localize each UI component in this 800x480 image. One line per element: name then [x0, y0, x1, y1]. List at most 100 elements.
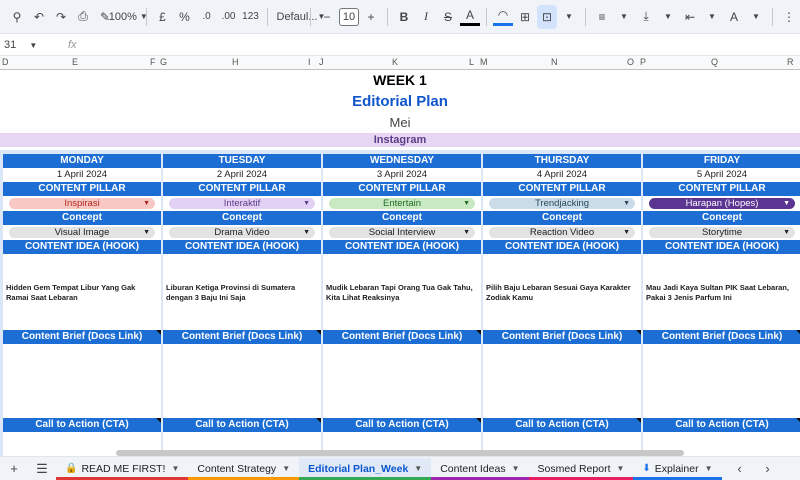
content-brief-header[interactable]: Content Brief (Docs Link)	[323, 330, 481, 344]
column-header[interactable]: H	[232, 57, 239, 67]
column-header[interactable]: J	[319, 57, 324, 67]
concept-header[interactable]: Concept	[643, 211, 800, 225]
concept-dropdown-chip[interactable]: Social Interview ▼	[329, 227, 475, 238]
content-brief-header[interactable]: Content Brief (Docs Link)	[483, 330, 641, 344]
content-idea-header[interactable]: CONTENT IDEA (HOOK)	[483, 240, 641, 254]
day-header[interactable]: MONDAY	[3, 154, 161, 168]
concept-header[interactable]: Concept	[323, 211, 481, 225]
scroll-tabs-right-icon[interactable]: ›	[754, 459, 782, 479]
cta-header[interactable]: Call to Action (CTA)	[483, 418, 641, 432]
content-idea-cell[interactable]: Hidden Gem Tempat Libur Yang Gak Ramai S…	[6, 283, 158, 303]
undo-icon[interactable]: ↶	[29, 5, 49, 29]
borders-icon[interactable]: ⊞	[515, 5, 535, 29]
text-wrapping-icon[interactable]: ⇤	[680, 5, 700, 29]
content-brief-header[interactable]: Content Brief (Docs Link)	[3, 330, 161, 344]
concept-dropdown-chip[interactable]: Reaction Video ▼	[489, 227, 635, 238]
fill-color-icon[interactable]: ◠	[493, 8, 513, 26]
content-idea-cell[interactable]: Mudik Lebaran Tapi Orang Tua Gak Tahu, K…	[326, 283, 478, 303]
content-idea-header[interactable]: CONTENT IDEA (HOOK)	[3, 240, 161, 254]
content-idea-header[interactable]: CONTENT IDEA (HOOK)	[163, 240, 321, 254]
text-rotation-button[interactable]: A	[724, 5, 744, 29]
chevron-down-icon[interactable]: ▼	[559, 5, 579, 29]
cta-header[interactable]: Call to Action (CTA)	[3, 418, 161, 432]
content-brief-header[interactable]: Content Brief (Docs Link)	[163, 330, 321, 344]
column-header[interactable]: M	[480, 57, 488, 67]
column-header[interactable]: E	[72, 57, 78, 67]
scroll-tabs-left-icon[interactable]: ‹	[726, 459, 754, 479]
more-options-icon[interactable]: ⋮	[779, 5, 799, 29]
redo-icon[interactable]: ↷	[51, 5, 71, 29]
strikethrough-button[interactable]: S	[438, 5, 458, 29]
text-color-button[interactable]: A	[460, 8, 480, 26]
column-header[interactable]: O	[627, 57, 634, 67]
day-header[interactable]: THURSDAY	[483, 154, 641, 168]
content-brief-cell[interactable]	[643, 344, 800, 418]
content-idea-cell[interactable]: Liburan Ketiga Provinsi di Sumatera deng…	[166, 283, 318, 303]
cta-header[interactable]: Call to Action (CTA)	[323, 418, 481, 432]
number-format-button[interactable]: 123	[241, 5, 261, 29]
increase-decimal-button[interactable]: .00	[219, 5, 239, 29]
day-date[interactable]: 3 April 2024	[323, 168, 481, 182]
zoom-select[interactable]: 100% ▼	[109, 5, 148, 29]
content-pillar-header[interactable]: CONTENT PILLAR	[483, 182, 641, 196]
column-header[interactable]: R	[787, 57, 794, 67]
column-header[interactable]: G	[160, 57, 167, 67]
font-size-increase-button[interactable]: +	[361, 5, 381, 29]
column-header[interactable]: I	[308, 57, 311, 67]
concept-dropdown-chip[interactable]: Storytime ▼	[649, 227, 795, 238]
content-pillar-header[interactable]: CONTENT PILLAR	[163, 182, 321, 196]
column-header[interactable]: P	[640, 57, 646, 67]
name-box[interactable]: 31 ▼	[0, 39, 60, 51]
search-menus-icon[interactable]: ⚲	[7, 5, 27, 29]
content-idea-header[interactable]: CONTENT IDEA (HOOK)	[643, 240, 800, 254]
concept-header[interactable]: Concept	[3, 211, 161, 225]
day-date[interactable]: 5 April 2024	[643, 168, 800, 182]
content-idea-cell[interactable]: Pilih Baju Lebaran Sesuai Gaya Karakter …	[486, 283, 638, 303]
column-header[interactable]: F	[150, 57, 156, 67]
add-sheet-icon[interactable]: +	[0, 459, 28, 479]
formula-input[interactable]	[77, 36, 800, 54]
merge-cells-icon[interactable]: ⊡	[537, 4, 557, 29]
content-brief-header[interactable]: Content Brief (Docs Link)	[643, 330, 800, 344]
concept-dropdown-chip[interactable]: Drama Video ▼	[169, 227, 315, 238]
sheet-grid[interactable]: WEEK 1 Editorial Plan Mei Instagram MOND…	[0, 70, 800, 460]
sheet-tab[interactable]: Content Ideas ▼	[431, 458, 529, 480]
pillar-dropdown-chip[interactable]: Harapan (Hopes) ▼	[649, 198, 795, 209]
pillar-dropdown-chip[interactable]: Entertain ▼	[329, 198, 475, 209]
sheet-tab[interactable]: Content Strategy ▼	[188, 458, 300, 480]
day-header[interactable]: TUESDAY	[163, 154, 321, 168]
font-size-decrease-button[interactable]: −	[317, 5, 337, 29]
concept-dropdown-chip[interactable]: Visual Image ▼	[9, 227, 155, 238]
day-date[interactable]: 4 April 2024	[483, 168, 641, 182]
sheet-tab[interactable]: Sosmed Report ▼	[528, 458, 634, 480]
content-brief-cell[interactable]	[323, 344, 481, 418]
concept-header[interactable]: Concept	[483, 211, 641, 225]
day-header[interactable]: FRIDAY	[643, 154, 800, 168]
font-select[interactable]: Defaul... ▼	[274, 5, 326, 29]
day-date[interactable]: 1 April 2024	[3, 168, 161, 182]
column-header[interactable]: K	[392, 57, 398, 67]
cta-header[interactable]: Call to Action (CTA)	[163, 418, 321, 432]
vertical-align-icon[interactable]: ⤓	[636, 5, 656, 29]
cta-header[interactable]: Call to Action (CTA)	[643, 418, 800, 432]
column-header[interactable]: Q	[711, 57, 718, 67]
content-idea-header[interactable]: CONTENT IDEA (HOOK)	[323, 240, 481, 254]
content-brief-cell[interactable]	[3, 344, 161, 418]
content-pillar-header[interactable]: CONTENT PILLAR	[643, 182, 800, 196]
day-date[interactable]: 2 April 2024	[163, 168, 321, 182]
italic-button[interactable]: I	[416, 5, 436, 29]
decrease-decimal-button[interactable]: .0	[197, 5, 217, 29]
concept-header[interactable]: Concept	[163, 211, 321, 225]
pillar-dropdown-chip[interactable]: Interaktif ▼	[169, 198, 315, 209]
print-icon[interactable]: ⎙	[73, 5, 93, 29]
column-header[interactable]: L	[469, 57, 474, 67]
column-header[interactable]: D	[2, 57, 9, 67]
column-header[interactable]: N	[551, 57, 558, 67]
content-pillar-header[interactable]: CONTENT PILLAR	[3, 182, 161, 196]
sheet-tab[interactable]: Editorial Plan_Week ▼	[299, 457, 432, 480]
pillar-dropdown-chip[interactable]: Trendjacking ▼	[489, 198, 635, 209]
day-header[interactable]: WEDNESDAY	[323, 154, 481, 168]
horizontal-align-icon[interactable]: ≡	[592, 5, 612, 29]
bold-button[interactable]: B	[394, 5, 414, 29]
sheet-tab[interactable]: 🔒 READ ME FIRST! ▼	[56, 458, 189, 480]
